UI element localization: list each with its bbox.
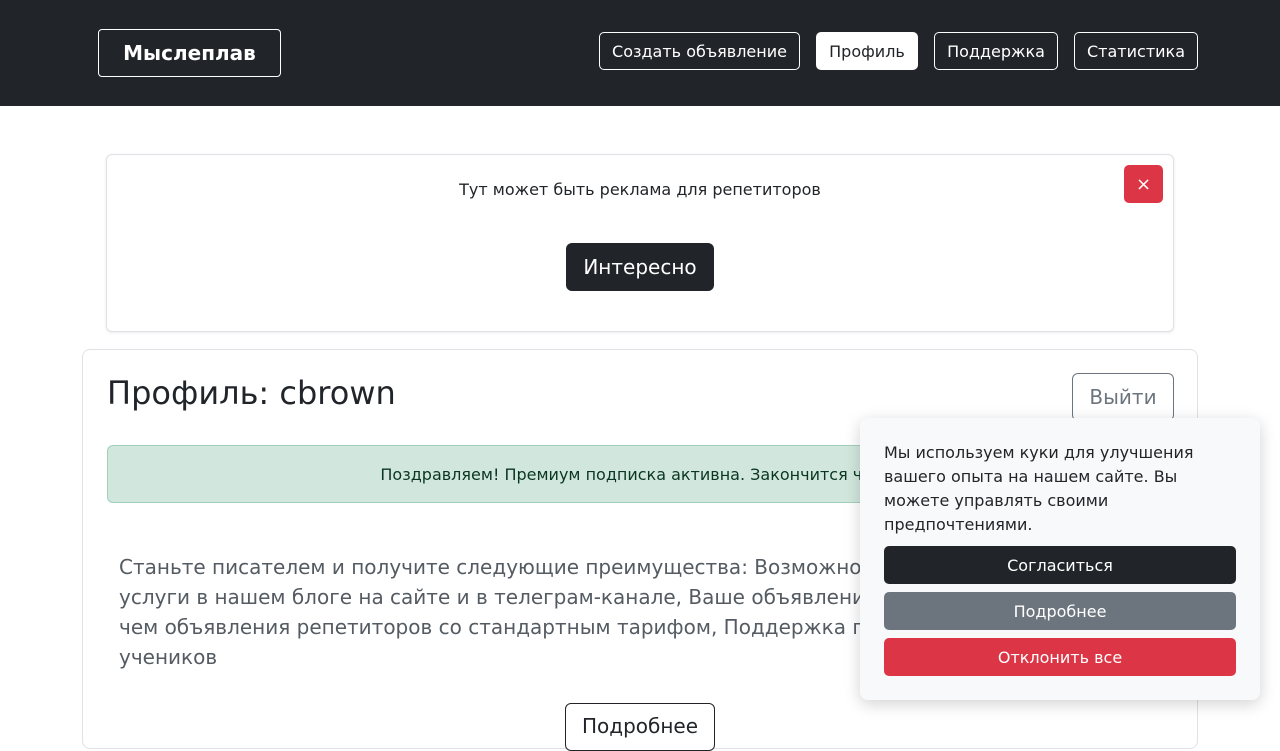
ad-interested-button[interactable]: Интересно xyxy=(566,243,714,291)
page-title: Профиль: cbrown xyxy=(107,374,396,412)
ad-text: Тут может быть реклама для репетиторов xyxy=(459,180,821,199)
cookie-reject-button[interactable]: Отклонить все xyxy=(884,638,1236,676)
nav-statistics-button[interactable]: Статистика xyxy=(1074,32,1198,70)
logout-button[interactable]: Выйти xyxy=(1072,373,1174,421)
brand-logo[interactable]: Мыслеплав xyxy=(98,29,281,77)
nav-support-button[interactable]: Поддержка xyxy=(934,32,1058,70)
cookie-more-button[interactable]: Подробнее xyxy=(884,592,1236,630)
cookie-text: Мы используем куки для улучшения вашего … xyxy=(884,443,1194,534)
details-button[interactable]: Подробнее xyxy=(565,703,715,751)
cookie-banner: Мы используем куки для улучшения вашего … xyxy=(860,418,1260,700)
close-icon: × xyxy=(1135,173,1152,195)
ad-close-button[interactable]: × xyxy=(1124,165,1163,203)
cookie-accept-button[interactable]: Согласиться xyxy=(884,546,1236,584)
premium-alert-text: Поздравляем! Премиум подписка активна. З… xyxy=(380,464,901,484)
navbar: Мыслеплав Создать объявление Профиль Под… xyxy=(0,0,1280,106)
ad-banner: Тут может быть реклама для репетиторов ×… xyxy=(106,154,1174,332)
nav-profile-button[interactable]: Профиль xyxy=(816,32,918,70)
nav-create-ad-button[interactable]: Создать объявление xyxy=(599,32,800,70)
